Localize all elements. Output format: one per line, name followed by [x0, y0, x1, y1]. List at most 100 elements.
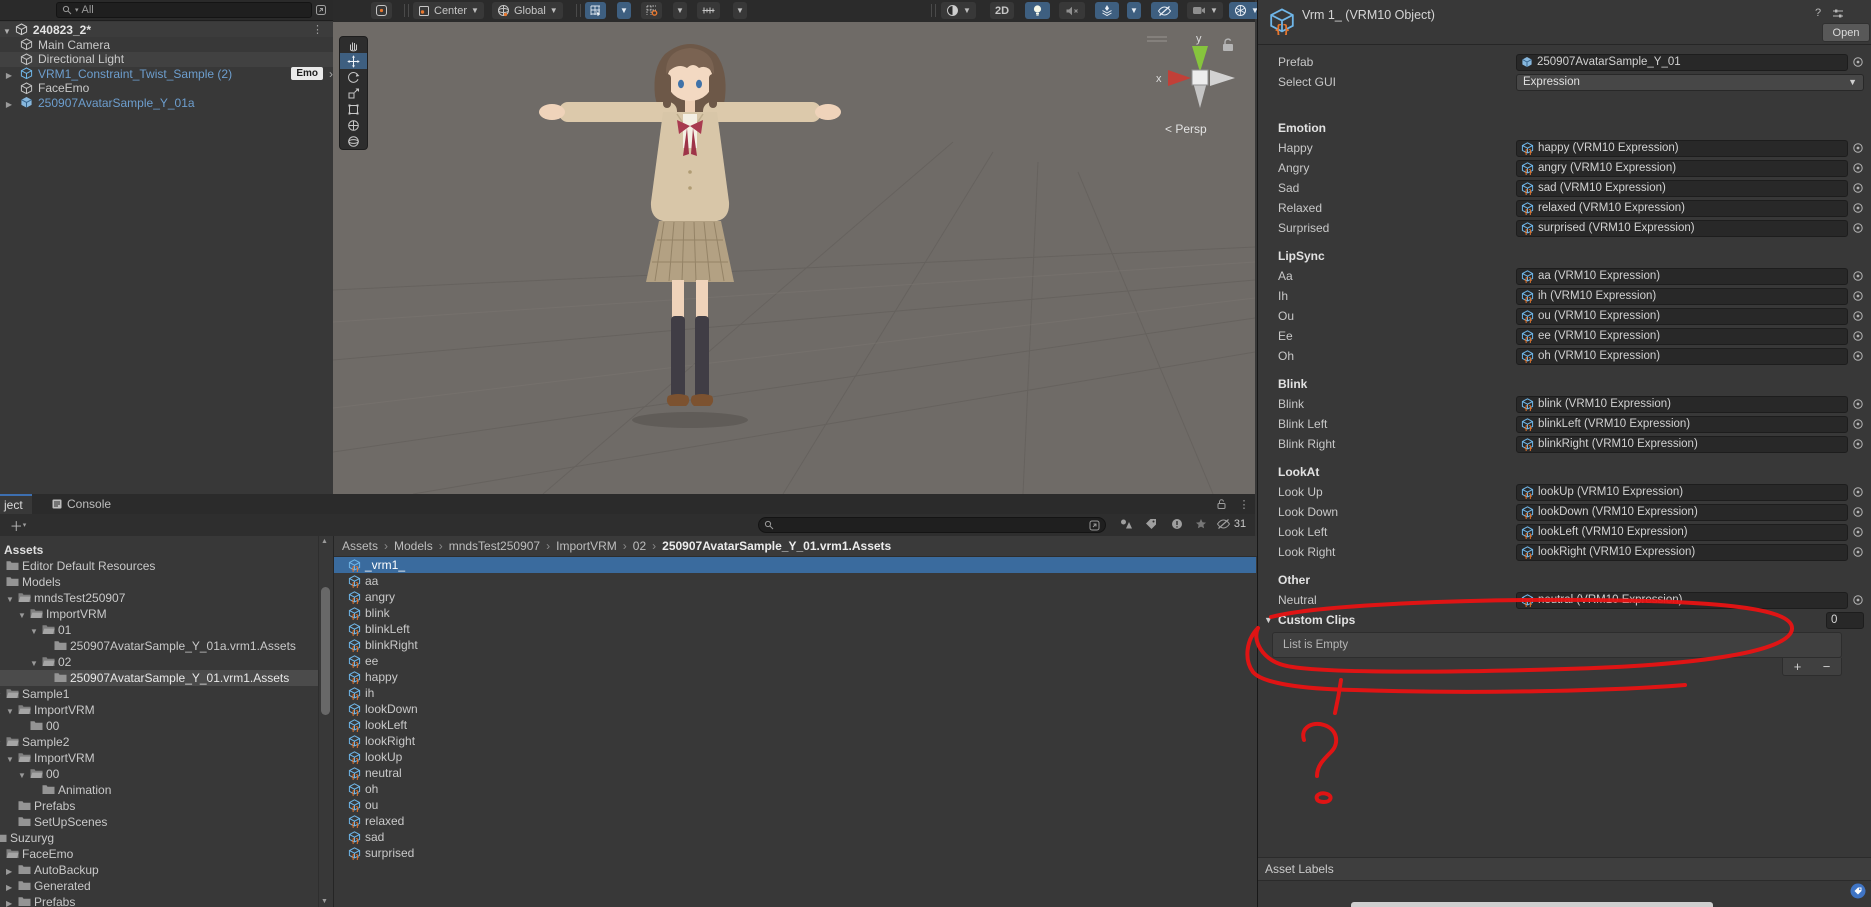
rect-tool-button[interactable]: [340, 101, 367, 117]
object-picker-icon[interactable]: [1852, 162, 1864, 174]
asset-item-aa[interactable]: {} aa: [334, 573, 1256, 589]
foldout-arrow-icon[interactable]: ▼: [30, 623, 38, 637]
expression-object-field[interactable]: {} sad (VRM10 Expression): [1516, 179, 1848, 197]
foldout-arrow-icon[interactable]: ▼: [18, 607, 26, 621]
object-picker-icon[interactable]: [1852, 56, 1864, 68]
foldout-arrow-icon[interactable]: ▼: [6, 751, 14, 765]
increment-snap-button[interactable]: [697, 2, 720, 19]
asset-item-neutral[interactable]: {} neutral: [334, 765, 1256, 781]
object-picker-icon[interactable]: [1852, 330, 1864, 342]
tree-item-animation[interactable]: Animation: [0, 782, 318, 798]
grid-snap-y-caret[interactable]: ▼: [617, 2, 631, 19]
tree-item-00[interactable]: 00: [0, 718, 318, 734]
expression-object-field[interactable]: {} angry (VRM10 Expression): [1516, 159, 1848, 177]
tab-console[interactable]: Console: [42, 494, 120, 514]
tree-scrollbar[interactable]: ▲ ▼: [318, 536, 334, 907]
tree-item-setupscenes[interactable]: SetUpScenes: [0, 814, 318, 830]
asset-item-lookleft[interactable]: {} lookLeft: [334, 717, 1256, 733]
tree-item-assets[interactable]: Assets: [0, 542, 318, 558]
object-picker-icon[interactable]: [1852, 182, 1864, 194]
breadcrumb-segment[interactable]: 250907AvatarSample_Y_01.vrm1.Assets: [662, 539, 891, 553]
select-gui-dropdown[interactable]: Expression ▼: [1516, 73, 1864, 91]
foldout-arrow-icon[interactable]: ▶: [6, 895, 12, 907]
expression-object-field[interactable]: {} blink (VRM10 Expression): [1516, 395, 1848, 413]
remove-clip-button[interactable]: −: [1823, 659, 1831, 674]
asset-item--vrm1-[interactable]: {} _vrm1_: [334, 557, 1256, 573]
asset-item-blinkleft[interactable]: {} blinkLeft: [334, 621, 1256, 637]
asset-item-ee[interactable]: {} ee: [334, 653, 1256, 669]
expression-object-field[interactable]: {} lookLeft (VRM10 Expression): [1516, 523, 1848, 541]
object-picker-icon[interactable]: [1852, 142, 1864, 154]
breadcrumb-segment[interactable]: mndsTest250907: [449, 539, 540, 553]
expression-object-field[interactable]: {} ee (VRM10 Expression): [1516, 327, 1848, 345]
foldout-arrow-icon[interactable]: ▶: [6, 863, 12, 877]
breadcrumb-segment[interactable]: 02: [633, 539, 646, 553]
help-icon[interactable]: ?: [1810, 6, 1826, 20]
tree-item-autobackup[interactable]: ▶ AutoBackup: [0, 862, 318, 878]
scene-viewport[interactable]: y x < Persp: [333, 22, 1255, 494]
foldout-arrow-icon[interactable]: ▶: [6, 879, 12, 893]
scrollbar-thumb[interactable]: [321, 587, 330, 715]
expression-object-field[interactable]: {} lookDown (VRM10 Expression): [1516, 503, 1848, 521]
object-picker-icon[interactable]: [1852, 398, 1864, 410]
hierarchy-item-faceemo[interactable]: FaceEmo: [0, 81, 333, 96]
tree-item-02[interactable]: ▼ 02: [0, 654, 318, 670]
emo-badge[interactable]: Emo: [291, 67, 323, 81]
asset-item-blink[interactable]: {} blink: [334, 605, 1256, 621]
scroll-down-icon[interactable]: ▼: [321, 898, 328, 905]
tree-item-01[interactable]: ▼ 01: [0, 622, 318, 638]
kebab-menu-icon[interactable]: ⋮: [1236, 497, 1252, 511]
tree-item-suzuryg[interactable]: Suzuryg: [0, 830, 318, 846]
tree-item-importvrm[interactable]: ▼ ImportVRM: [0, 750, 318, 766]
tree-item-250907avatarsample-y-01-vrm1-assets[interactable]: 250907AvatarSample_Y_01.vrm1.Assets: [0, 670, 318, 686]
draw-mode-dropdown[interactable]: ▼: [941, 2, 976, 19]
tree-item-sample1[interactable]: ▼ Sample1: [0, 686, 318, 702]
hierarchy-search-input[interactable]: ▾ All: [56, 2, 312, 18]
orientation-dropdown[interactable]: Global ▼: [492, 2, 563, 19]
project-search-input[interactable]: [758, 517, 1106, 533]
foldout-arrow-icon[interactable]: ▶: [2, 67, 16, 81]
object-picker-icon[interactable]: [1852, 418, 1864, 430]
tree-item-00[interactable]: ▼ 00: [0, 766, 318, 782]
breadcrumb-segment[interactable]: Assets: [342, 539, 378, 553]
hierarchy-item-directional-light[interactable]: Directional Light: [0, 51, 333, 67]
foldout-arrow-icon[interactable]: ▼: [1264, 615, 1278, 625]
foldout-arrow-icon[interactable]: ▼: [0, 735, 2, 749]
import-log-icon[interactable]: [1166, 517, 1188, 531]
object-picker-icon[interactable]: [1852, 290, 1864, 302]
object-picker-icon[interactable]: [1852, 506, 1864, 518]
scale-tool-button[interactable]: [340, 85, 367, 101]
expression-object-field[interactable]: {} lookRight (VRM10 Expression): [1516, 543, 1848, 561]
tree-item-prefabs[interactable]: ▶ Prefabs: [0, 894, 318, 907]
tree-item-prefabs[interactable]: Prefabs: [0, 798, 318, 814]
object-picker-icon[interactable]: [1852, 222, 1864, 234]
expression-object-field[interactable]: {} relaxed (VRM10 Expression): [1516, 199, 1848, 217]
expression-object-field[interactable]: {} happy (VRM10 Expression): [1516, 139, 1848, 157]
asset-item-ou[interactable]: {} ou: [334, 797, 1256, 813]
asset-labels-bar[interactable]: Asset Labels: [1258, 857, 1871, 881]
object-picker-icon[interactable]: [1852, 310, 1864, 322]
asset-item-lookdown[interactable]: {} lookDown: [334, 701, 1256, 717]
tree-item-mndstest250907[interactable]: ▼ mndsTest250907: [0, 590, 318, 606]
tree-item-importvrm[interactable]: ▼ ImportVRM: [0, 606, 318, 622]
expression-object-field[interactable]: {} surprised (VRM10 Expression): [1516, 219, 1848, 237]
transform-tool-button[interactable]: [340, 117, 367, 133]
presets-icon[interactable]: [1830, 6, 1846, 20]
foldout-arrow-icon[interactable]: ▼: [6, 591, 14, 605]
object-picker-icon[interactable]: [1852, 546, 1864, 558]
scene-effects-toggle[interactable]: [1095, 2, 1119, 19]
favorites-star-icon[interactable]: [1190, 517, 1212, 531]
breadcrumb[interactable]: Assets › Models › mndsTest250907 › ImportVRM › 0…: [334, 536, 1264, 557]
tree-item-sample2[interactable]: ▼ Sample2: [0, 734, 318, 750]
hierarchy-item-main-camera[interactable]: Main Camera: [0, 37, 333, 52]
camera-settings-dropdown[interactable]: ▼: [1187, 2, 1223, 19]
tree-item-editor-default-resources[interactable]: Editor Default Resources: [0, 558, 318, 574]
rotate-tool-button[interactable]: [340, 69, 367, 85]
lock-icon[interactable]: [1213, 497, 1229, 511]
asset-item-blinkright[interactable]: {} blinkRight: [334, 637, 1256, 653]
expression-object-field[interactable]: {} aa (VRM10 Expression): [1516, 267, 1848, 285]
asset-item-lookright[interactable]: {} lookRight: [334, 733, 1256, 749]
breadcrumb-segment[interactable]: Models: [394, 539, 433, 553]
scroll-up-icon[interactable]: ▲: [321, 538, 328, 545]
scene-visibility-toggle[interactable]: [1151, 2, 1178, 19]
